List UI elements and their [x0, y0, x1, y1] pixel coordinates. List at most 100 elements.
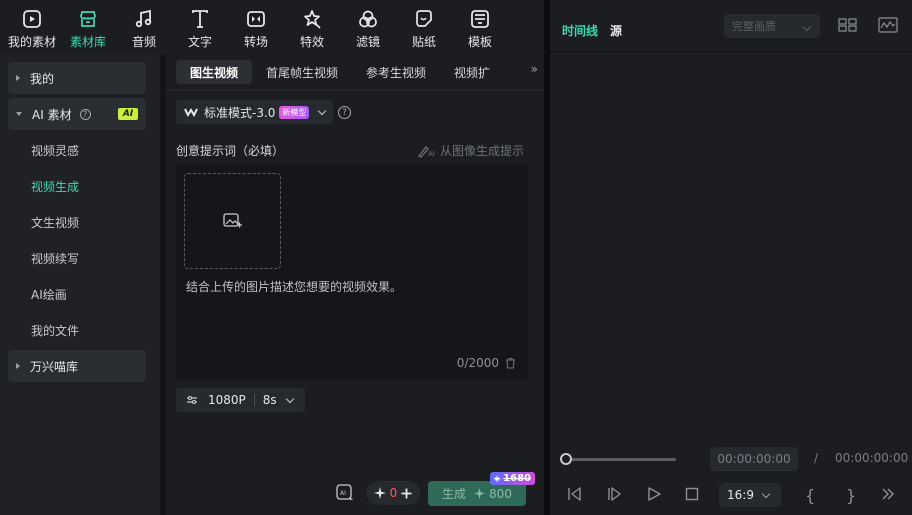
- trash-icon[interactable]: [505, 357, 516, 369]
- sidebar: 我的 AI 素材 ? AI 视频灵感 视频生成 文生视频 视频续写 AI绘画 我…: [0, 54, 160, 515]
- tool-label: 素材库: [69, 35, 106, 49]
- ai-badge: AI: [118, 108, 138, 120]
- aspect-ratio-select[interactable]: 16:9: [719, 483, 781, 507]
- credits-pill[interactable]: 0: [366, 481, 420, 505]
- mark-in-button[interactable]: {: [805, 486, 815, 505]
- plus-icon: [401, 488, 412, 498]
- tool-text[interactable]: 文字: [172, 0, 228, 54]
- model-label: 标准模式-3.0: [204, 105, 276, 120]
- tool-transition[interactable]: 转场: [228, 0, 284, 54]
- help-icon[interactable]: ?: [79, 108, 91, 120]
- tab-reference-video[interactable]: 参考生视频: [352, 60, 440, 84]
- play-icon[interactable]: [646, 486, 662, 502]
- sidebar-item-video-inspiration[interactable]: 视频灵感: [31, 142, 79, 159]
- generation-panel: 图生视频 首尾帧生视频 参考生视频 视频扩 » 标准模式-3.0 新模型 ? 创…: [160, 54, 544, 515]
- next-frame-icon[interactable]: [606, 486, 622, 502]
- sidebar-item-text-to-video[interactable]: 文生视频: [31, 214, 79, 231]
- playhead-knob[interactable]: [560, 453, 572, 465]
- double-chevron-right-icon[interactable]: [880, 486, 896, 502]
- old-price: 1680: [503, 473, 531, 484]
- media-toolbar: 我的素材 素材库 音频 文字 转场 特效 滤镜 贴纸 模板: [0, 0, 544, 54]
- preview-header: 时间线 源 完整画质: [550, 0, 912, 52]
- template-icon: [471, 10, 489, 28]
- tool-label: 文字: [187, 35, 212, 49]
- tab-source[interactable]: 源: [610, 22, 622, 39]
- sidebar-group-library[interactable]: 万兴喵库: [8, 350, 146, 382]
- model-logo-icon: [184, 108, 198, 117]
- tool-sticker[interactable]: 贴纸: [396, 0, 452, 54]
- stop-icon[interactable]: [684, 486, 700, 502]
- tool-label: 音频: [131, 35, 156, 49]
- left-panel: 我的素材 素材库 音频 文字 转场 特效 滤镜 贴纸 模板 我的 AI 素材 ?…: [0, 0, 544, 515]
- sparkle-icon: [373, 487, 386, 499]
- sidebar-item-ai-painting[interactable]: AI绘画: [31, 286, 67, 303]
- generate-label: 生成: [442, 487, 467, 501]
- tab-timeline[interactable]: 时间线: [562, 22, 598, 39]
- generate-bar: AI 0 生成 800 ◈ 1680: [166, 472, 544, 508]
- mark-out-button[interactable]: }: [846, 486, 856, 505]
- playback-slider[interactable]: [560, 453, 676, 465]
- tool-label: 模板: [467, 35, 492, 49]
- tabs-more-icon[interactable]: »: [531, 62, 538, 76]
- sidebar-group-ai[interactable]: AI 素材 ? AI: [8, 98, 146, 130]
- sidebar-item-my-files[interactable]: 我的文件: [31, 322, 79, 339]
- tool-effects[interactable]: 特效: [284, 0, 340, 54]
- prompt-placeholder: 结合上传的图片描述您想要的视频效果。: [186, 280, 403, 294]
- svg-text:AI: AI: [428, 150, 435, 158]
- tab-image-to-video[interactable]: 图生视频: [176, 60, 253, 84]
- tool-label: 特效: [299, 35, 324, 49]
- tab-video-extend[interactable]: 视频扩: [440, 60, 504, 84]
- chevron-down-icon: [802, 22, 812, 32]
- char-counter: 0/2000: [457, 356, 516, 370]
- text-icon: [192, 10, 208, 28]
- chevron-down-icon: [318, 106, 327, 115]
- sliders-icon: [187, 395, 197, 405]
- tool-template[interactable]: 模板: [452, 0, 508, 54]
- grid-view-icon[interactable]: [838, 17, 858, 33]
- sidebar-group-label: AI 素材: [32, 107, 72, 122]
- sidebar-group-mine[interactable]: 我的: [8, 62, 146, 94]
- time-separator: /: [814, 451, 819, 465]
- credits-value: 0: [389, 486, 398, 500]
- tag-icon: ◈: [494, 474, 501, 483]
- sidebar-item-video-generation[interactable]: 视频生成: [31, 178, 79, 195]
- tool-store[interactable]: 素材库: [60, 0, 116, 54]
- waveform-icon[interactable]: [878, 17, 898, 33]
- add-image-icon: [222, 213, 242, 228]
- ai-style-icon[interactable]: AI: [336, 484, 354, 502]
- model-select[interactable]: 标准模式-3.0 新模型: [176, 100, 334, 124]
- quality-value: 完整画质: [732, 20, 776, 33]
- generate-from-image-button[interactable]: AI 从图像生成提示: [417, 142, 524, 159]
- divider: [166, 90, 544, 91]
- sticker-icon: [416, 10, 432, 27]
- tab-first-last-frame[interactable]: 首尾帧生视频: [252, 60, 352, 84]
- svg-text:AI: AI: [340, 490, 346, 497]
- transition-icon: [247, 11, 265, 27]
- tool-label: 转场: [243, 35, 268, 49]
- chevron-down-icon: [761, 489, 771, 499]
- total-time: 00:00:00:00: [835, 451, 909, 465]
- prompt-textarea[interactable]: 结合上传的图片描述您想要的视频效果。 0/2000: [176, 164, 528, 380]
- current-time[interactable]: 00:00:00:00: [710, 447, 798, 471]
- tool-label: 贴纸: [411, 35, 436, 49]
- filter-icon: [359, 10, 377, 28]
- video-settings-button[interactable]: 1080P 8s: [176, 388, 305, 412]
- store-icon: [80, 11, 96, 27]
- tool-my-media[interactable]: 我的素材: [4, 0, 60, 54]
- preview-panel: 时间线 源 完整画质 00:00:00:00 / 00:00:00:00 16:…: [550, 0, 912, 515]
- effects-icon: [304, 10, 321, 29]
- resolution-value: 1080P: [208, 393, 246, 407]
- chevron-right-icon: [16, 75, 20, 81]
- original-price-badge: ◈ 1680: [490, 472, 535, 485]
- quality-select[interactable]: 完整画质: [724, 14, 820, 38]
- image-upload-area[interactable]: [184, 173, 281, 269]
- sidebar-group-label: 万兴喵库: [30, 359, 79, 374]
- tool-audio[interactable]: 音频: [116, 0, 172, 54]
- sparkle-icon: [474, 488, 486, 499]
- counter-value: 0/2000: [456, 356, 499, 370]
- help-icon[interactable]: ?: [338, 106, 351, 119]
- ratio-value: 16:9: [727, 488, 754, 502]
- sidebar-item-video-extend[interactable]: 视频续写: [31, 250, 79, 267]
- tool-filter[interactable]: 滤镜: [340, 0, 396, 54]
- prev-frame-icon[interactable]: [566, 486, 582, 502]
